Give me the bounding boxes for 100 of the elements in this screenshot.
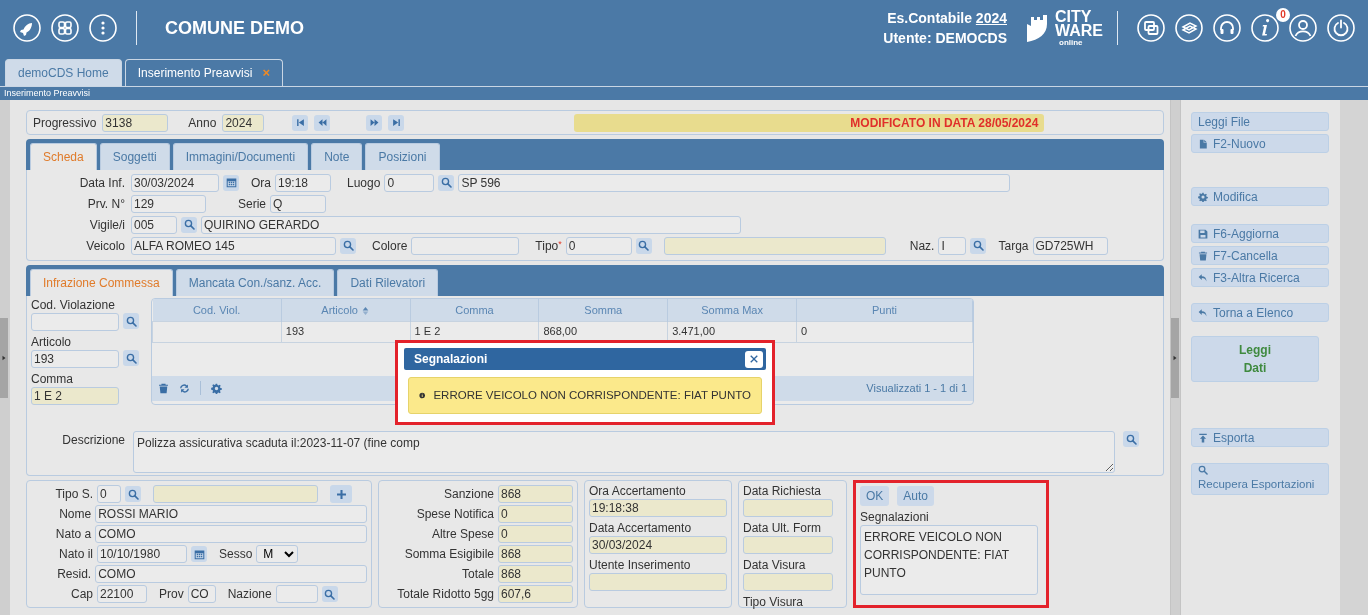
field-label: Segnalazioni: [860, 510, 930, 525]
input-field[interactable]: 129: [131, 194, 206, 213]
search-icon: [125, 315, 137, 327]
undo-icon: [1198, 307, 1208, 318]
input-field[interactable]: 005: [131, 215, 177, 234]
close-button[interactable]: [745, 350, 763, 368]
gender-select[interactable]: M: [256, 545, 299, 563]
app-title: COMUNE DEMO: [165, 16, 304, 40]
books-icon[interactable]: [1175, 14, 1203, 42]
search-button[interactable]: [438, 174, 455, 191]
input-field[interactable]: 0: [97, 485, 121, 503]
input-field[interactable]: 30/03/2024: [589, 536, 727, 554]
fiscal-year-link[interactable]: 2024: [975, 10, 1007, 26]
input-field[interactable]: I: [938, 236, 967, 255]
input-field[interactable]: 0: [384, 173, 435, 192]
search-icon: [324, 588, 336, 600]
prev-icon: [317, 118, 327, 127]
input-field[interactable]: COMO: [95, 565, 367, 583]
input-field[interactable]: 22100: [97, 585, 147, 603]
field-label: Nato a: [54, 526, 92, 543]
input-field[interactable]: 193: [31, 350, 119, 368]
prev-button[interactable]: [314, 114, 331, 131]
input-field[interactable]: [411, 236, 520, 255]
dots-icon[interactable]: [89, 14, 117, 42]
input-field[interactable]: CO: [187, 585, 216, 603]
search-button[interactable]: [635, 237, 652, 254]
search-button[interactable]: [970, 237, 987, 254]
rocket-icon[interactable]: [13, 14, 41, 42]
search-button[interactable]: [125, 486, 141, 502]
input-field[interactable]: 868: [498, 565, 573, 583]
input-field[interactable]: 2024: [222, 113, 265, 132]
info-icon[interactable]: [1251, 14, 1279, 42]
field-label: Data Inf.: [78, 174, 126, 192]
input-field[interactable]: QUIRINO GERARDO: [201, 215, 741, 234]
search-button[interactable]: [1123, 431, 1139, 447]
windows-icon[interactable]: [1137, 14, 1165, 42]
calendar-button[interactable]: [191, 546, 207, 562]
field-label: Data Accertamento: [589, 521, 692, 535]
field-label: Nome: [58, 506, 92, 523]
field-label: Cap: [70, 586, 93, 603]
search-button[interactable]: [123, 350, 139, 366]
input-field[interactable]: [31, 313, 119, 331]
input-field[interactable]: 0: [498, 505, 573, 523]
table-cell: 0: [796, 321, 973, 342]
field-label: Veicolo: [85, 237, 126, 255]
field-label: Ora Accertamento: [589, 484, 686, 498]
headset-icon[interactable]: [1213, 14, 1241, 42]
input-field[interactable]: ROSSI MARIO: [95, 505, 367, 523]
notification-badge: 0: [1276, 8, 1290, 22]
input-field[interactable]: GD725WH: [1032, 236, 1108, 255]
input-field[interactable]: COMO: [95, 525, 367, 543]
input-field[interactable]: [663, 236, 886, 255]
gear-icon[interactable]: [211, 382, 222, 394]
input-field[interactable]: 10/10/1980: [97, 545, 187, 563]
input-field[interactable]: [743, 573, 833, 591]
input-field[interactable]: [743, 499, 833, 517]
first-button[interactable]: [292, 114, 309, 131]
input-field[interactable]: 868: [498, 545, 573, 563]
plus-icon: [335, 488, 347, 500]
grid-icon[interactable]: [51, 14, 79, 42]
search-button[interactable]: [321, 586, 338, 602]
input-field[interactable]: [153, 485, 318, 503]
search-button[interactable]: [181, 216, 197, 233]
input-field[interactable]: 0: [498, 525, 573, 543]
refresh-icon[interactable]: [179, 382, 190, 394]
input-field[interactable]: 0: [565, 236, 632, 255]
input-field[interactable]: ALFA ROMEO 145: [131, 236, 336, 255]
trash-icon[interactable]: [158, 382, 169, 394]
input-field[interactable]: [589, 573, 727, 591]
logo-text: CITY: [1055, 9, 1092, 24]
field-label: Tipo$^{*}$: [535, 237, 562, 255]
input-field[interactable]: [743, 536, 833, 554]
input-field[interactable]: 19:18: [275, 173, 331, 192]
search-button[interactable]: [123, 313, 139, 329]
input-field[interactable]: Q: [270, 194, 326, 213]
field-label: Naz.: [909, 237, 935, 255]
user-icon[interactable]: [1289, 14, 1317, 42]
input-field[interactable]: 30/03/2024: [131, 173, 219, 192]
first-icon: [295, 118, 305, 127]
next-button[interactable]: [366, 114, 383, 131]
input-field[interactable]: 868: [498, 485, 573, 503]
field-label: Data Ult. Form: [743, 521, 821, 535]
last-button[interactable]: [388, 114, 405, 131]
field-label: Tipo S.: [54, 486, 93, 503]
calendar-button[interactable]: [223, 174, 239, 191]
input-field[interactable]: [275, 585, 318, 603]
power-icon[interactable]: [1327, 14, 1355, 42]
description-field[interactable]: Polizza assicurativa scaduta il:2023-11-07 (fine comp: [133, 431, 1115, 473]
plus-button[interactable]: [330, 485, 352, 503]
field-label: Utente Inserimento: [589, 558, 691, 572]
input-field[interactable]: SP 596: [458, 173, 1011, 192]
page-tab[interactable]: Inserimento Preavvisi ×: [124, 59, 283, 86]
input-field[interactable]: 3138: [102, 113, 169, 132]
search-button[interactable]: [340, 237, 356, 254]
user-label: Utente: DEMOCDS: [883, 29, 1007, 48]
field-label: Vigile/i: [88, 216, 126, 234]
input-field[interactable]: 607,6: [498, 585, 573, 603]
input-field[interactable]: 1 E 2: [31, 387, 119, 405]
alerts-field[interactable]: ERRORE VEICOLO NON CORRISPONDENTE: FIAT PUNTO: [860, 525, 1038, 595]
input-field[interactable]: 19:18:38: [589, 499, 727, 517]
